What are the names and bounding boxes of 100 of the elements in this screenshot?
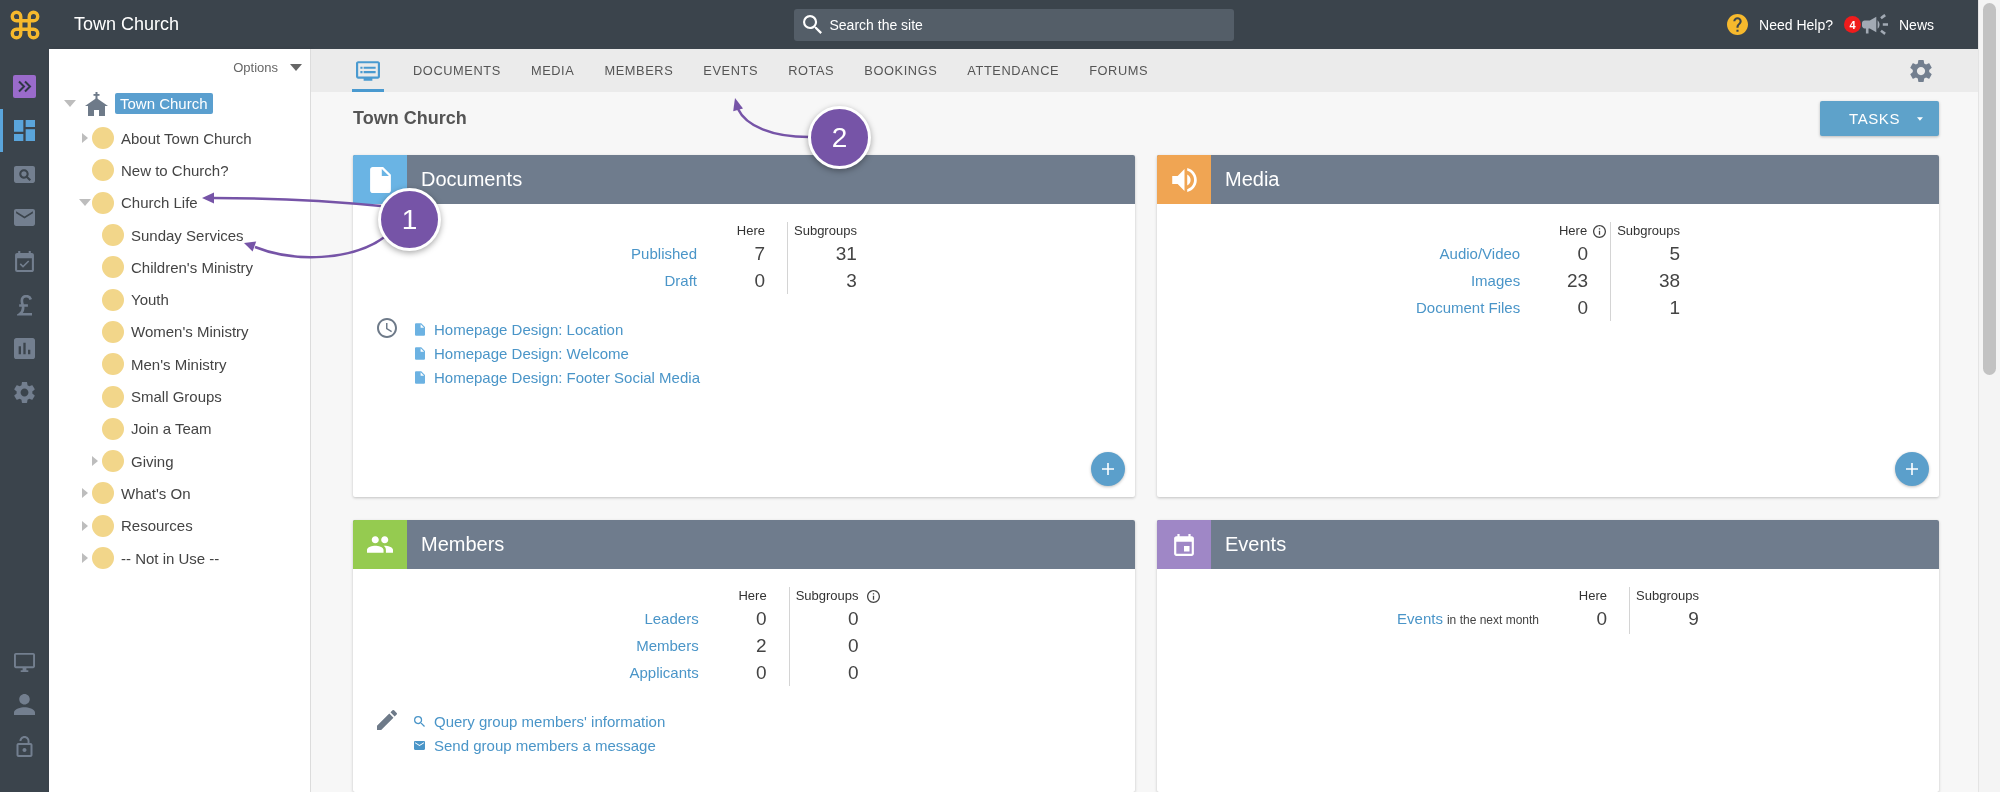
selection-bar (0, 108, 3, 153)
dot-icon (102, 224, 124, 247)
tree-item[interactable]: -- Not in Use -- (121, 547, 220, 569)
caret-icon[interactable] (79, 199, 91, 207)
dot-icon (102, 256, 124, 279)
tree-item[interactable]: Sunday Services (131, 224, 244, 246)
person-icon[interactable] (14, 693, 35, 715)
tree-item[interactable]: Youth (131, 289, 169, 311)
dot-icon (102, 288, 124, 311)
count: 31 (835, 243, 857, 264)
category-link[interactable]: Leaders (644, 605, 699, 632)
add-button[interactable] (1895, 452, 1929, 486)
action-link[interactable]: Query group members' information (434, 712, 666, 730)
category-link[interactable]: Audio/Video (1439, 240, 1521, 267)
tab[interactable]: FORUMS (1074, 49, 1164, 92)
document-link[interactable]: Homepage Design: Welcome (434, 344, 629, 362)
tab[interactable]: ROTAS (773, 49, 850, 92)
tree-item[interactable]: Small Groups (131, 386, 222, 407)
action-link[interactable]: Send group members a message (434, 736, 656, 754)
category-link[interactable]: Published (631, 240, 697, 267)
caret-icon[interactable] (82, 520, 88, 531)
column-header: Here (736, 222, 765, 240)
options-button[interactable]: Options (233, 59, 302, 75)
tab[interactable]: BOOKINGS (849, 49, 953, 92)
category-link[interactable]: Images (1470, 267, 1521, 294)
help-icon[interactable] (1727, 14, 1749, 35)
file-icon (414, 346, 425, 360)
monitor-icon[interactable] (14, 651, 35, 673)
row-note: in the next month (1446, 612, 1539, 629)
column-header: Subgroups (1617, 222, 1681, 240)
column-header: Subgroups (794, 222, 857, 240)
category-link[interactable]: Events (1397, 605, 1443, 632)
document-link[interactable]: Homepage Design: Location (434, 320, 624, 338)
add-button[interactable] (1091, 452, 1125, 486)
tree-item[interactable]: Church Life (121, 192, 198, 214)
search-field[interactable]: Search the site (793, 8, 1234, 41)
site-title: Town Church (73, 14, 181, 35)
column-header: Here (738, 587, 767, 605)
caret-icon[interactable] (64, 100, 76, 107)
settings-icon[interactable] (1910, 59, 1932, 82)
category-link[interactable]: Applicants (629, 659, 699, 686)
page-title: Town Church (353, 108, 467, 129)
caret-icon[interactable] (82, 133, 88, 144)
dot-icon (102, 385, 124, 408)
megaphone-icon[interactable] (1862, 14, 1888, 35)
tab[interactable]: DOCUMENTS (398, 49, 516, 92)
settings-icon[interactable] (14, 382, 35, 404)
tree-item[interactable]: Children's Ministry (131, 256, 254, 278)
count: 2 (756, 635, 767, 656)
clock-icon (377, 318, 397, 338)
mail-icon (414, 740, 425, 750)
tab[interactable]: EVENTS (688, 49, 774, 92)
document-link[interactable]: Homepage Design: Footer Social Media (434, 368, 700, 386)
caret-icon[interactable] (82, 553, 88, 563)
double-chevron-icon[interactable] (13, 75, 36, 99)
column-header: Here (1578, 587, 1607, 605)
padlock-icon[interactable] (14, 735, 35, 757)
dot-icon (92, 127, 114, 150)
count: 0 (847, 662, 859, 683)
count: 1 (1669, 297, 1681, 318)
caret-icon (290, 63, 302, 71)
category-link[interactable]: Members (636, 632, 699, 659)
column-header: Here (1558, 222, 1588, 240)
caret-icon[interactable] (82, 488, 88, 499)
dashboard-icon[interactable] (14, 120, 35, 142)
caret-icon (1917, 115, 1923, 122)
pound-icon[interactable] (16, 294, 33, 316)
tree-item[interactable]: Resources (121, 515, 193, 537)
tree-item[interactable]: Join a Team (131, 418, 212, 440)
notification-badge: 4 (1844, 16, 1861, 33)
pencil-icon (377, 710, 397, 730)
tree-item[interactable]: New to Church? (121, 159, 229, 181)
tab[interactable]: MEMBERS (589, 49, 689, 92)
tree-item[interactable]: Men's Ministry (131, 353, 227, 375)
scrollbar[interactable] (1978, 0, 2000, 792)
caret-icon[interactable] (92, 456, 98, 467)
scrollbar-thumb[interactable] (1983, 3, 1996, 375)
search-icon[interactable] (14, 163, 35, 185)
tree-item[interactable]: Giving (131, 450, 174, 472)
column-header: Subgroups (795, 587, 859, 605)
tab[interactable]: ATTENDANCE (952, 49, 1075, 92)
mail-icon[interactable] (14, 207, 35, 229)
info-icon[interactable] (1593, 224, 1607, 238)
info-icon[interactable] (866, 589, 880, 603)
news-link[interactable]: News (1899, 16, 1934, 33)
help-link[interactable]: Need Help? (1759, 16, 1833, 33)
bar-chart-icon[interactable] (14, 338, 35, 360)
tree-item[interactable]: About Town Church (121, 127, 252, 149)
tab[interactable]: MEDIA (515, 49, 590, 92)
tree-item[interactable]: What's On (121, 482, 191, 504)
count: 0 (756, 662, 767, 683)
category-link[interactable]: Document Files (1415, 294, 1521, 321)
category-link[interactable]: Draft (664, 267, 697, 294)
tree-item[interactable]: Women's Ministry (131, 321, 249, 343)
dot-icon (92, 514, 114, 537)
search-icon (414, 715, 425, 727)
calendar-check-icon[interactable] (14, 251, 35, 273)
dot-icon (92, 547, 114, 569)
dot-icon (102, 450, 124, 473)
count: 9 (1688, 608, 1699, 629)
